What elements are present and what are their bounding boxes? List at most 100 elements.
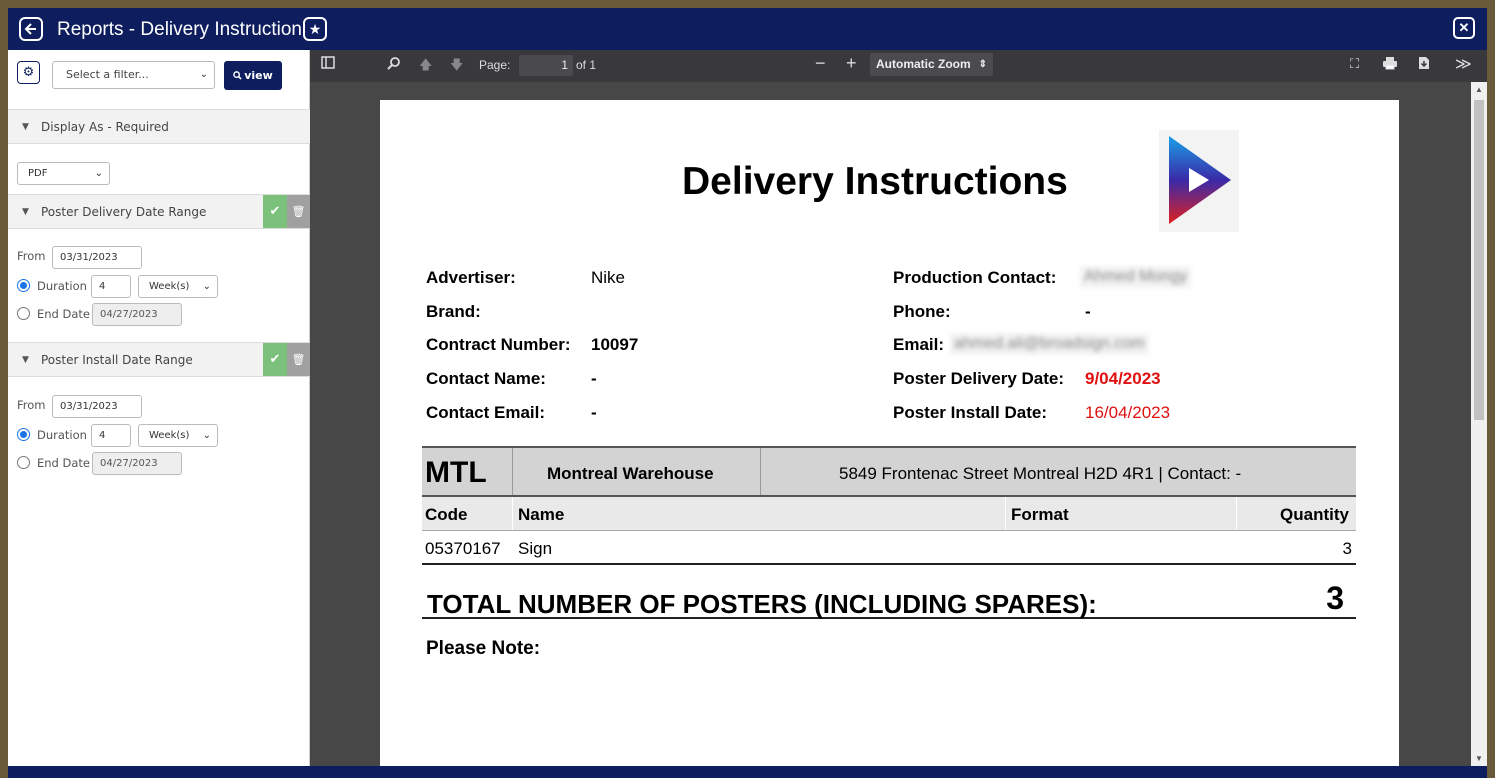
pdf-toolbar: 🡅 🡇 Page: 1 of 1 − + Automatic Zoom ⇕ ⛶ … <box>310 50 1487 82</box>
from-label: From <box>17 249 46 263</box>
field-label: Email: <box>893 335 945 354</box>
check-icon[interactable]: ✔ <box>263 343 287 376</box>
chevron-down-icon: ⌄ <box>202 430 211 441</box>
warehouse-address: 5849 Frontenac Street Montreal H2D 4R1 |… <box>839 464 1242 483</box>
view-button-label: view <box>244 69 273 82</box>
end-date-radio[interactable] <box>17 456 30 469</box>
trash-icon[interactable]: 🗑 <box>287 343 310 376</box>
report-window: Reports - Delivery Instruction ★ ✕ ⚙ Sel… <box>8 8 1487 778</box>
divider <box>512 497 513 530</box>
print-icon[interactable] <box>1382 56 1398 73</box>
scrollbar[interactable]: ▲ ▼ <box>1471 82 1487 766</box>
field-label: Production Contact: <box>893 268 1057 287</box>
collapse-triangle-icon: ▼ <box>22 355 29 365</box>
field-value: Ahmed Mongy <box>1080 266 1192 288</box>
play-logo-icon <box>1159 130 1239 232</box>
cell-quantity: 3 <box>1342 539 1352 558</box>
fullscreen-icon[interactable]: ⛶ <box>1350 56 1359 72</box>
delivery-duration-input[interactable]: 4 <box>91 275 131 298</box>
duration-radio[interactable] <box>17 279 30 292</box>
duration-radio[interactable] <box>17 428 30 441</box>
field-label: Poster Delivery Date: <box>893 369 1065 388</box>
chevron-down-icon: ⌄ <box>199 69 208 80</box>
section-display-as[interactable]: ▼ Display As - Required <box>8 109 310 144</box>
divider <box>512 448 513 495</box>
divider <box>1236 497 1237 530</box>
field-label: Contact Name: <box>426 369 546 388</box>
header-code: Code <box>425 505 468 524</box>
display-as-select[interactable]: PDF ⌄ <box>17 162 110 185</box>
install-from-input[interactable]: 03/31/2023 <box>52 395 142 418</box>
zoom-select[interactable]: Automatic Zoom ⇕ <box>870 53 993 76</box>
unit-value: Week(s) <box>149 281 190 292</box>
total-value: 3 <box>1326 580 1344 616</box>
field-label: Advertiser: <box>426 268 516 287</box>
scroll-down-icon[interactable]: ▼ <box>1475 754 1483 763</box>
close-icon[interactable]: ✕ <box>1453 17 1475 39</box>
document-title: Delivery Instructions <box>682 160 1068 203</box>
collapse-triangle-icon: ▼ <box>22 122 29 132</box>
gear-icon[interactable]: ⚙ <box>17 61 40 84</box>
field-value: 16/04/2023 <box>1085 403 1171 422</box>
back-icon[interactable] <box>19 17 43 41</box>
field-value: - <box>591 369 597 388</box>
title-bar: Reports - Delivery Instruction ★ ✕ <box>8 8 1487 50</box>
field-label: Brand: <box>426 302 481 321</box>
divider <box>760 448 761 495</box>
section-delivery-range[interactable]: ▼ Poster Delivery Date Range ✔ 🗑 <box>8 194 310 229</box>
pdf-viewer: 🡅 🡇 Page: 1 of 1 − + Automatic Zoom ⇕ ⛶ … <box>310 50 1487 766</box>
warehouse-code: MTL <box>425 456 487 489</box>
arrow-up-icon[interactable]: 🡅 <box>419 56 432 78</box>
cell-name: Sign <box>518 539 553 558</box>
view-button[interactable]: view <box>224 61 282 90</box>
cell-code: 05370167 <box>425 539 501 558</box>
delivery-unit-select[interactable]: Week(s) ⌄ <box>138 275 218 298</box>
install-unit-select[interactable]: Week(s) ⌄ <box>138 424 218 447</box>
table-header: Code Name Format Quantity <box>422 497 1356 531</box>
download-icon[interactable] <box>1418 56 1430 73</box>
window-title: Reports - Delivery Instruction <box>57 19 302 40</box>
field-value: ahmed.ali@broadsign.com <box>950 333 1149 355</box>
total-row: TOTAL NUMBER OF POSTERS (INCLUDING SPARE… <box>422 571 1356 619</box>
page-number-input[interactable]: 1 <box>519 55 573 76</box>
scrollbar-thumb[interactable] <box>1474 100 1484 420</box>
filter-toolbar: ⚙ Select a filter... ⌄ view <box>8 50 310 102</box>
search-icon <box>233 71 242 80</box>
end-date-radio[interactable] <box>17 307 30 320</box>
trash-icon[interactable]: 🗑 <box>287 195 310 228</box>
app-background: Reports - Delivery Instruction ★ ✕ ⚙ Sel… <box>0 0 1495 778</box>
field-value: 10097 <box>591 335 639 354</box>
arrow-down-icon[interactable]: 🡇 <box>450 56 463 78</box>
filter-select[interactable]: Select a filter... ⌄ <box>52 61 215 89</box>
warehouse-bar: MTL Montreal Warehouse 5849 Frontenac St… <box>422 446 1356 497</box>
chevron-down-icon: ⌄ <box>202 281 211 292</box>
zoom-in-icon[interactable]: + <box>846 53 857 74</box>
star-icon[interactable]: ★ <box>303 17 327 41</box>
scroll-up-icon[interactable]: ▲ <box>1475 85 1483 94</box>
check-icon[interactable]: ✔ <box>263 195 287 228</box>
field-value: 9/04/2023 <box>1085 369 1161 388</box>
sidebar-toggle-icon[interactable] <box>321 56 335 72</box>
section-label: Poster Delivery Date Range <box>41 205 207 219</box>
field-label: Contact Email: <box>426 403 546 422</box>
duration-label: Duration <box>37 428 87 442</box>
delivery-from-input[interactable]: 03/31/2023 <box>52 246 142 269</box>
install-duration-input[interactable]: 4 <box>91 424 131 447</box>
divider <box>1005 497 1006 530</box>
pdf-page: Delivery Instructions Advertiser: Nike Bra… <box>380 100 1399 766</box>
header-format: Format <box>1011 505 1069 524</box>
delivery-end-input[interactable]: 04/27/2023 <box>92 303 182 326</box>
field-value: - <box>1085 302 1091 321</box>
field-label: Poster Install Date: <box>893 403 1047 422</box>
section-label: Display As - Required <box>41 120 169 134</box>
search-icon[interactable] <box>387 56 401 73</box>
section-install-range[interactable]: ▼ Poster Install Date Range ✔ 🗑 <box>8 342 310 377</box>
section-label: Poster Install Date Range <box>41 353 193 367</box>
install-end-input[interactable]: 04/27/2023 <box>92 452 182 475</box>
zoom-out-icon[interactable]: − <box>815 53 826 74</box>
table-row: 05370167 Sign 3 <box>422 531 1356 565</box>
unit-value: Week(s) <box>149 430 190 441</box>
warehouse-name: Montreal Warehouse <box>547 464 714 483</box>
more-icon[interactable]: ≫ <box>1455 54 1472 74</box>
end-date-label: End Date <box>37 456 90 470</box>
